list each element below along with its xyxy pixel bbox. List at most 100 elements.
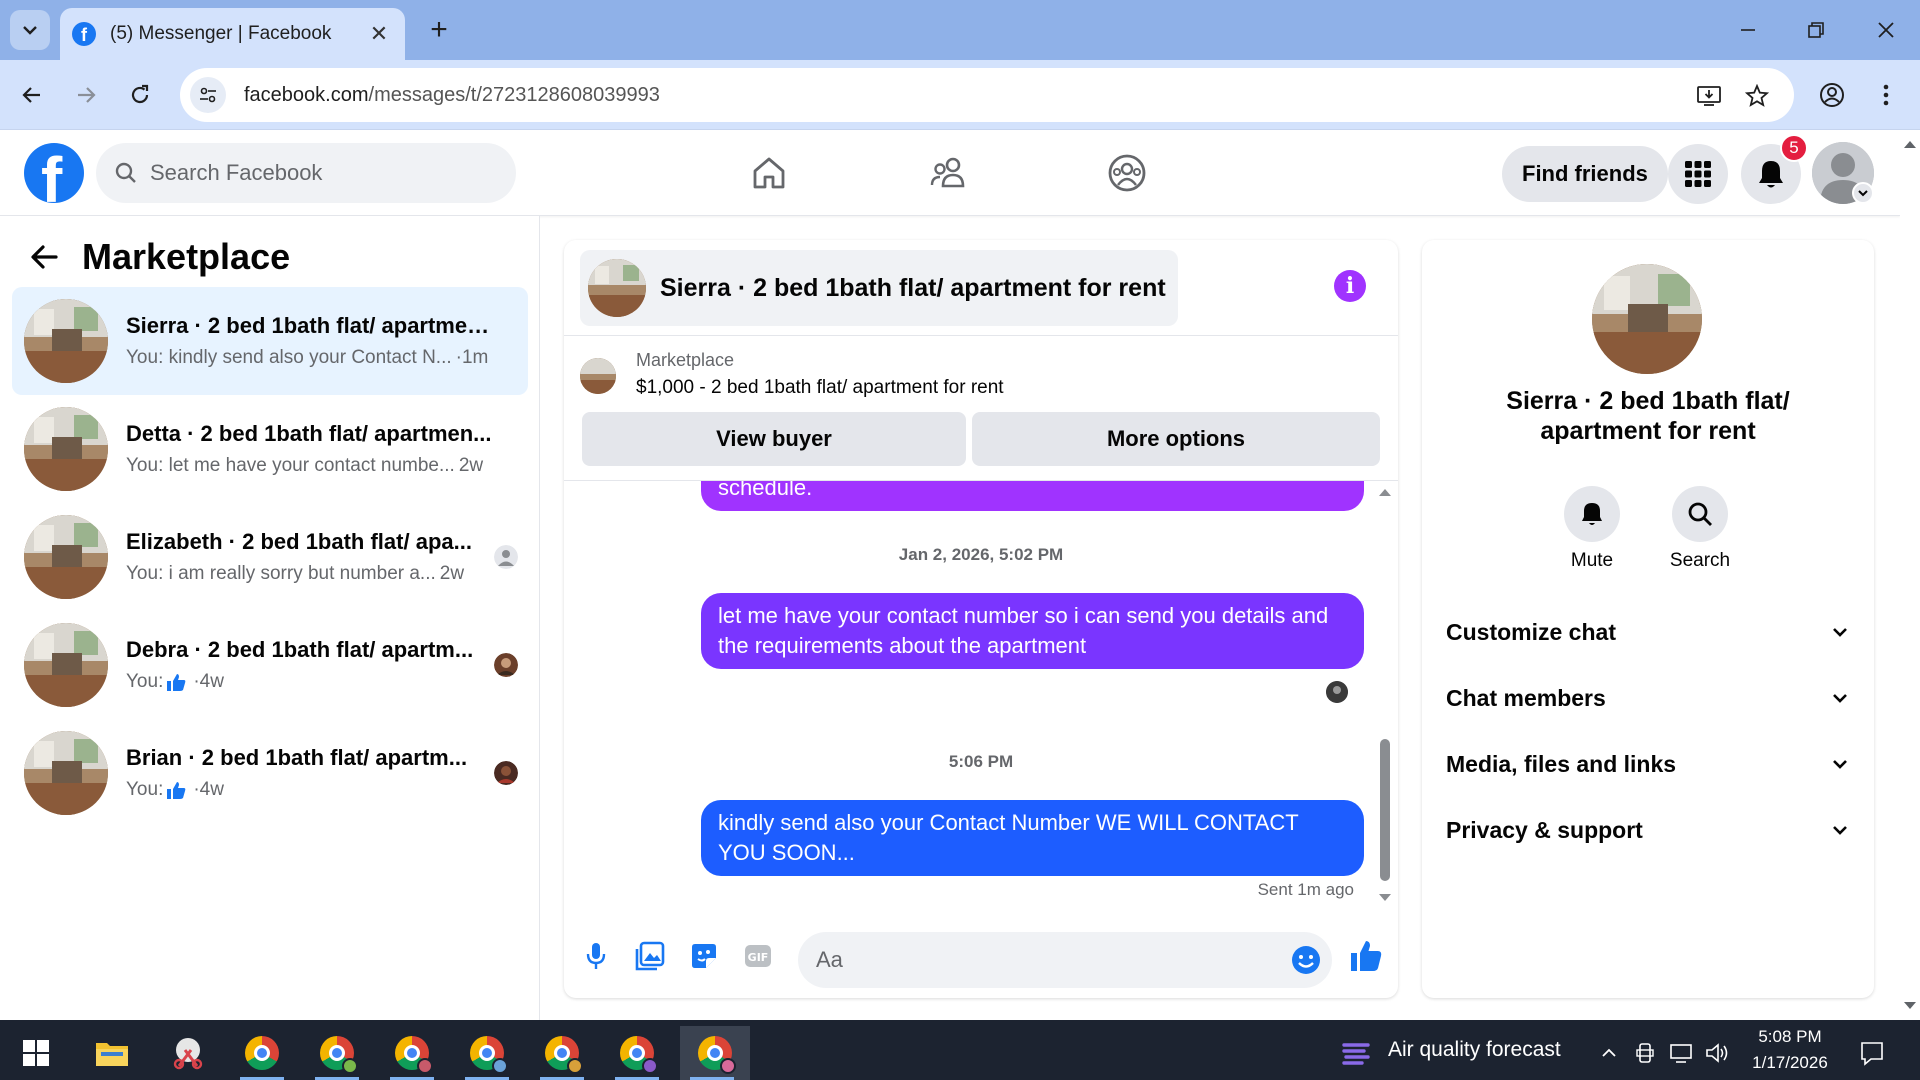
search-conversation-button[interactable]: Search bbox=[1660, 486, 1740, 572]
forward-button[interactable] bbox=[68, 77, 104, 113]
chrome-menu-button[interactable] bbox=[1868, 77, 1904, 113]
mute-button[interactable]: Mute bbox=[1552, 486, 1632, 572]
message-timestamp: 5:06 PM bbox=[948, 752, 1014, 771]
chrome-icon bbox=[245, 1036, 279, 1070]
message-list[interactable]: schedule. Jan 2, 2026, 5:02 PM let me ha… bbox=[564, 480, 1398, 910]
message-scroll-thumb[interactable] bbox=[1380, 739, 1390, 881]
install-app-icon[interactable] bbox=[1694, 81, 1724, 111]
close-window-button[interactable] bbox=[1866, 12, 1906, 48]
gif-icon: GIF bbox=[745, 945, 771, 967]
search-input[interactable] bbox=[150, 160, 490, 186]
conversation-brian[interactable]: Brian · 2 bed 1bath flat/ apartm... You:… bbox=[12, 719, 528, 827]
notification-center-button[interactable] bbox=[1850, 1026, 1894, 1080]
conversation-sierra[interactable]: Sierra · 2 bed 1bath flat/ apartmen... Y… bbox=[12, 287, 528, 395]
photo-icon bbox=[635, 941, 665, 971]
message-bubble: kindly send also your Contact Number WE … bbox=[701, 800, 1364, 876]
listing-price: $1,000 - 2 bed 1bath flat/ apartment for… bbox=[636, 377, 1004, 398]
conversation-detta[interactable]: Detta · 2 bed 1bath flat/ apartmen... Yo… bbox=[12, 395, 528, 503]
nav-friends[interactable] bbox=[926, 150, 972, 196]
bookmark-star-icon[interactable] bbox=[1742, 81, 1772, 111]
reload-button[interactable] bbox=[122, 77, 158, 113]
media-files-links-row[interactable]: Media, files and links bbox=[1446, 737, 1850, 791]
file-explorer-button[interactable] bbox=[80, 1026, 144, 1080]
show-hidden-icons-button[interactable] bbox=[1592, 1026, 1626, 1080]
restore-button[interactable] bbox=[1796, 12, 1836, 48]
chrome-profile-taskbar-button[interactable] bbox=[455, 1026, 519, 1080]
search-icon bbox=[115, 162, 136, 183]
page-scrollbar[interactable] bbox=[1900, 130, 1920, 1020]
conversation-name: Debra · 2 bed 1bath flat/ apartm... bbox=[126, 637, 474, 662]
windows-logo-icon bbox=[23, 1040, 49, 1066]
back-button[interactable] bbox=[14, 77, 50, 113]
tab-search-button[interactable] bbox=[10, 10, 50, 50]
nav-home[interactable] bbox=[746, 150, 792, 196]
send-like-button[interactable] bbox=[1346, 936, 1386, 976]
omnibox[interactable]: facebook.com/messages/t/2723128608039993 bbox=[180, 68, 1794, 122]
network-icon[interactable] bbox=[1664, 1026, 1698, 1080]
chat-title-button[interactable]: Sierra · 2 bed 1bath flat/ apartment for… bbox=[580, 250, 1178, 326]
chrome-profile-taskbar-button[interactable] bbox=[380, 1026, 444, 1080]
more-vertical-icon bbox=[1883, 84, 1889, 106]
conversation-debra[interactable]: Debra · 2 bed 1bath flat/ apartm... You:… bbox=[12, 611, 528, 719]
customize-chat-row[interactable]: Customize chat bbox=[1446, 605, 1850, 659]
minimize-button[interactable] bbox=[1728, 12, 1768, 48]
account-menu-chevron-icon[interactable] bbox=[1852, 182, 1874, 204]
conversation-elizabeth[interactable]: Elizabeth · 2 bed 1bath flat/ apa... You… bbox=[12, 503, 528, 611]
facebook-search-box[interactable] bbox=[96, 143, 516, 203]
browser-tab-bar: f (5) Messenger | Facebook ✕ + bbox=[0, 0, 1920, 60]
tab-title: (5) Messenger | Facebook bbox=[110, 23, 332, 44]
attach-photo-button[interactable] bbox=[632, 938, 668, 974]
weather-widget-icon[interactable] bbox=[1336, 1026, 1376, 1080]
conversation-photo bbox=[1592, 264, 1702, 374]
details-title: Sierra · 2 bed 1bath flat/ apartment for… bbox=[1506, 387, 1790, 445]
find-friends-button[interactable]: Find friends bbox=[1502, 146, 1668, 202]
groups-icon bbox=[1108, 154, 1146, 192]
emoji-icon[interactable] bbox=[1290, 944, 1322, 976]
message-input-box[interactable] bbox=[798, 932, 1332, 988]
listing-thumbnail bbox=[24, 407, 108, 491]
start-button[interactable] bbox=[4, 1026, 68, 1080]
nav-groups[interactable] bbox=[1104, 150, 1150, 196]
more-options-button[interactable]: More options bbox=[972, 412, 1380, 466]
new-tab-button[interactable]: + bbox=[422, 13, 456, 47]
conversation-preview: You: let me have your contact numbe... bbox=[126, 455, 455, 476]
snipping-tool-button[interactable] bbox=[156, 1026, 220, 1080]
back-arrow-icon[interactable] bbox=[28, 241, 60, 273]
browser-tab[interactable]: f (5) Messenger | Facebook ✕ bbox=[60, 8, 405, 60]
chrome-profile-taskbar-button[interactable] bbox=[605, 1026, 669, 1080]
info-icon[interactable]: i bbox=[1334, 270, 1366, 302]
menu-button[interactable] bbox=[1668, 144, 1728, 204]
bell-icon bbox=[1759, 161, 1783, 188]
close-tab-icon[interactable]: ✕ bbox=[365, 21, 393, 47]
section-label: Chat members bbox=[1446, 684, 1606, 711]
chrome-profile-taskbar-button[interactable] bbox=[305, 1026, 369, 1080]
chrome-active-taskbar-button[interactable] bbox=[680, 1026, 750, 1080]
facebook-logo-icon[interactable]: f bbox=[24, 143, 84, 203]
bell-icon bbox=[1582, 503, 1602, 525]
chrome-taskbar-button[interactable] bbox=[230, 1026, 294, 1080]
system-clock[interactable]: 5:08 PM 1/17/2026 bbox=[1740, 1024, 1840, 1076]
search-icon bbox=[1688, 502, 1712, 526]
message-bubble: schedule. bbox=[701, 481, 1364, 511]
listing-label: Marketplace bbox=[636, 350, 735, 370]
listing-thumbnail bbox=[24, 515, 108, 599]
meet-now-icon[interactable] bbox=[1628, 1026, 1662, 1080]
weather-widget-text[interactable]: Air quality forecast bbox=[1388, 1038, 1561, 1062]
message-input[interactable] bbox=[816, 947, 1256, 973]
folder-icon bbox=[96, 1043, 128, 1066]
site-info-icon[interactable] bbox=[190, 77, 226, 113]
arrow-right-icon bbox=[78, 87, 96, 103]
restore-icon bbox=[1808, 22, 1824, 38]
sticker-button[interactable] bbox=[686, 938, 722, 974]
arrow-left-icon bbox=[22, 87, 40, 103]
view-buyer-button[interactable]: View buyer bbox=[582, 412, 966, 466]
mute-label: Mute bbox=[1570, 550, 1614, 571]
chrome-profile-button[interactable] bbox=[1814, 77, 1850, 113]
voice-clip-button[interactable] bbox=[578, 938, 614, 974]
privacy-support-row[interactable]: Privacy & support bbox=[1446, 803, 1850, 857]
volume-icon[interactable] bbox=[1700, 1026, 1734, 1080]
gif-button[interactable]: GIF bbox=[740, 938, 776, 974]
chrome-profile-taskbar-button[interactable] bbox=[530, 1026, 594, 1080]
address-toolbar: facebook.com/messages/t/2723128608039993 bbox=[0, 60, 1920, 130]
chat-members-row[interactable]: Chat members bbox=[1446, 671, 1850, 725]
